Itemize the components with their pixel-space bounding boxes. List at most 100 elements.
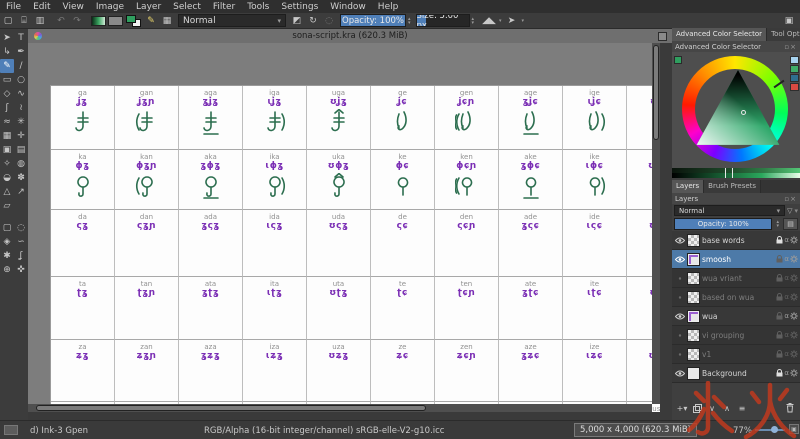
select-polygon-tool-icon[interactable]: ◈ (0, 235, 14, 249)
color-swatch-2[interactable] (790, 74, 799, 82)
opacity-slider[interactable]: Opacity: 100% (340, 14, 406, 27)
layer-alpha-icon[interactable]: α (784, 255, 789, 263)
layer-lock-icon[interactable] (776, 274, 783, 282)
color-swatch-0[interactable] (790, 56, 799, 64)
select-similar-color-tool-icon[interactable]: ✱ (0, 249, 14, 263)
smart-patch-tool-icon[interactable]: ✽ (14, 171, 28, 185)
float-document-button[interactable] (658, 31, 667, 41)
layer-lock-icon[interactable] (776, 255, 783, 263)
layer-filter-caret[interactable]: ▾ (794, 207, 798, 215)
colorspace-info[interactable]: RGB/Alpha (16-bit integer/channel) sRGB-… (204, 426, 444, 436)
menu-window[interactable]: Window (324, 2, 372, 12)
active-brush-name[interactable]: d) Ink-3 Gpen (30, 426, 88, 436)
layer-alpha-icon[interactable]: α (784, 236, 789, 244)
layer-thumbnail[interactable] (687, 252, 700, 266)
menu-select[interactable]: Select (167, 2, 207, 12)
undo-icon[interactable]: ↶ (54, 14, 68, 27)
layer-alpha-icon[interactable]: α (784, 274, 789, 282)
gradient-chooser[interactable] (91, 15, 106, 26)
layer-properties-icon[interactable] (790, 312, 798, 320)
select-shapes-tool-icon[interactable]: ➤ (0, 31, 14, 45)
foreground-background-colors[interactable] (126, 14, 141, 27)
multibrush-tool-icon[interactable]: ✳ (14, 115, 28, 129)
layer-lock-icon[interactable] (776, 331, 783, 339)
colorize-mask-tool-icon[interactable]: ◒ (0, 171, 14, 185)
layer-name[interactable]: based on wua (702, 293, 774, 302)
reference-images-tool-icon[interactable]: ▱ (0, 199, 14, 213)
calligraphy-tool-icon[interactable]: ✒ (14, 45, 28, 59)
tab-advanced-color-selector[interactable]: Advanced Color Selector (672, 28, 768, 41)
polygon-tool-icon[interactable]: ◇ (0, 87, 14, 101)
layer-name[interactable]: Background (702, 369, 774, 378)
select-ellipse-tool-icon[interactable]: ◌ (14, 221, 28, 235)
layer-visibility-eye-icon[interactable] (674, 292, 685, 303)
text-tool-icon[interactable]: T (14, 31, 28, 45)
layer-visibility-eye-icon[interactable] (674, 254, 685, 265)
document-titlebar[interactable]: sona-script.kra (620.3 MiB) (28, 29, 672, 43)
layer-lock-icon[interactable] (776, 350, 783, 358)
layer-visibility-eye-icon[interactable] (674, 235, 685, 246)
layer-name[interactable]: wua vriant (702, 274, 774, 283)
layer-thumbnail[interactable] (687, 271, 700, 285)
layer-row-wua[interactable]: wua α (672, 307, 800, 326)
layer-lock-icon[interactable] (776, 312, 783, 320)
layer-thumbnail[interactable] (687, 347, 700, 361)
menu-view[interactable]: View (57, 2, 90, 12)
tab-tool-options[interactable]: Tool Options (767, 28, 800, 41)
layer-thumbnail[interactable] (687, 309, 700, 323)
layer-visibility-eye-icon[interactable] (674, 330, 685, 341)
layer-lock-icon[interactable] (776, 369, 783, 377)
layer-alpha-icon[interactable]: α (784, 350, 789, 358)
menu-image[interactable]: Image (90, 2, 130, 12)
layer-properties-icon[interactable] (790, 274, 798, 282)
canvas-viewport[interactable]: ga ʝʓ gan ʝʓɲ aga ʓʝʓ iga ɩʝʓ uga ʊʝʓ ge ʝɕ gen ʝɕɲ ag… (28, 43, 660, 412)
transform-tool-icon[interactable]: ▦ (0, 129, 14, 143)
advanced-color-selector[interactable] (672, 52, 800, 168)
layer-properties-icon[interactable] (790, 350, 798, 358)
layer-properties-icon[interactable] (790, 255, 798, 263)
layer-blend-mode-dropdown[interactable]: Normal ▾ (674, 205, 786, 216)
menu-edit[interactable]: Edit (27, 2, 56, 12)
layer-visibility-eye-icon[interactable] (674, 368, 685, 379)
select-rectangle-tool-icon[interactable]: ▢ (0, 221, 14, 235)
preserve-alpha-icon[interactable]: ◌ (322, 14, 336, 27)
menu-tools[interactable]: Tools (241, 2, 275, 12)
pan-tool-icon[interactable]: ✜ (14, 263, 28, 277)
layer-row-v1[interactable]: v1 α (672, 345, 800, 364)
freehand-path-tool-icon[interactable]: ≀ (14, 101, 28, 115)
menu-settings[interactable]: Settings (275, 2, 324, 12)
layer-alpha-icon[interactable]: α (784, 331, 789, 339)
ellipse-tool-icon[interactable]: ○ (14, 73, 28, 87)
rectangle-tool-icon[interactable]: ▭ (0, 73, 14, 87)
layer-lock-icon[interactable] (776, 236, 783, 244)
layer-row-vi-grouping[interactable]: vi grouping α (672, 326, 800, 345)
canvas-horizontal-scrollbar[interactable] (28, 404, 652, 412)
eraser-mode-icon[interactable]: ◩ (290, 14, 304, 27)
wrap-around-icon[interactable]: ➤ (505, 14, 519, 27)
layer-properties-icon[interactable] (790, 331, 798, 339)
wrap-options-caret[interactable]: ▾ (522, 18, 525, 23)
layer-properties-icon[interactable] (790, 236, 798, 244)
layer-row-based-on-wua[interactable]: based on wua α (672, 288, 800, 307)
layer-name[interactable]: base words (702, 236, 774, 245)
edit-shapes-tool-icon[interactable]: ↳ (0, 45, 14, 59)
opacity-spinner[interactable]: ▴ ▾ (408, 16, 411, 25)
color-swatch-3[interactable] (790, 83, 799, 91)
assistants-tool-icon[interactable]: △ (0, 185, 14, 199)
tab-brush-presets[interactable]: Brush Presets (704, 180, 762, 193)
menu-filter[interactable]: Filter (207, 2, 241, 12)
line-tool-icon[interactable]: ∕ (14, 59, 28, 73)
fill-tool-icon[interactable]: ◍ (14, 157, 28, 171)
layer-visibility-eye-icon[interactable] (674, 311, 685, 322)
workspace-chooser-icon[interactable]: ▣ (782, 14, 796, 27)
layer-row-base-words[interactable]: base words α (672, 231, 800, 250)
select-bezier-tool-icon[interactable]: ʆ (14, 249, 28, 263)
reload-preset-icon[interactable]: ↻ (306, 14, 320, 27)
layer-lock-icon[interactable] (776, 293, 783, 301)
canvas-vertical-scrollbar[interactable] (652, 43, 660, 404)
layer-opacity-spinner[interactable]: ▴ ▾ (776, 220, 779, 229)
bezier-curve-tool-icon[interactable]: ʃ (0, 101, 14, 115)
pattern-chooser[interactable] (108, 15, 123, 26)
polyline-tool-icon[interactable]: ∿ (14, 87, 28, 101)
layer-row-wua-vriant[interactable]: wua vriant α (672, 269, 800, 288)
